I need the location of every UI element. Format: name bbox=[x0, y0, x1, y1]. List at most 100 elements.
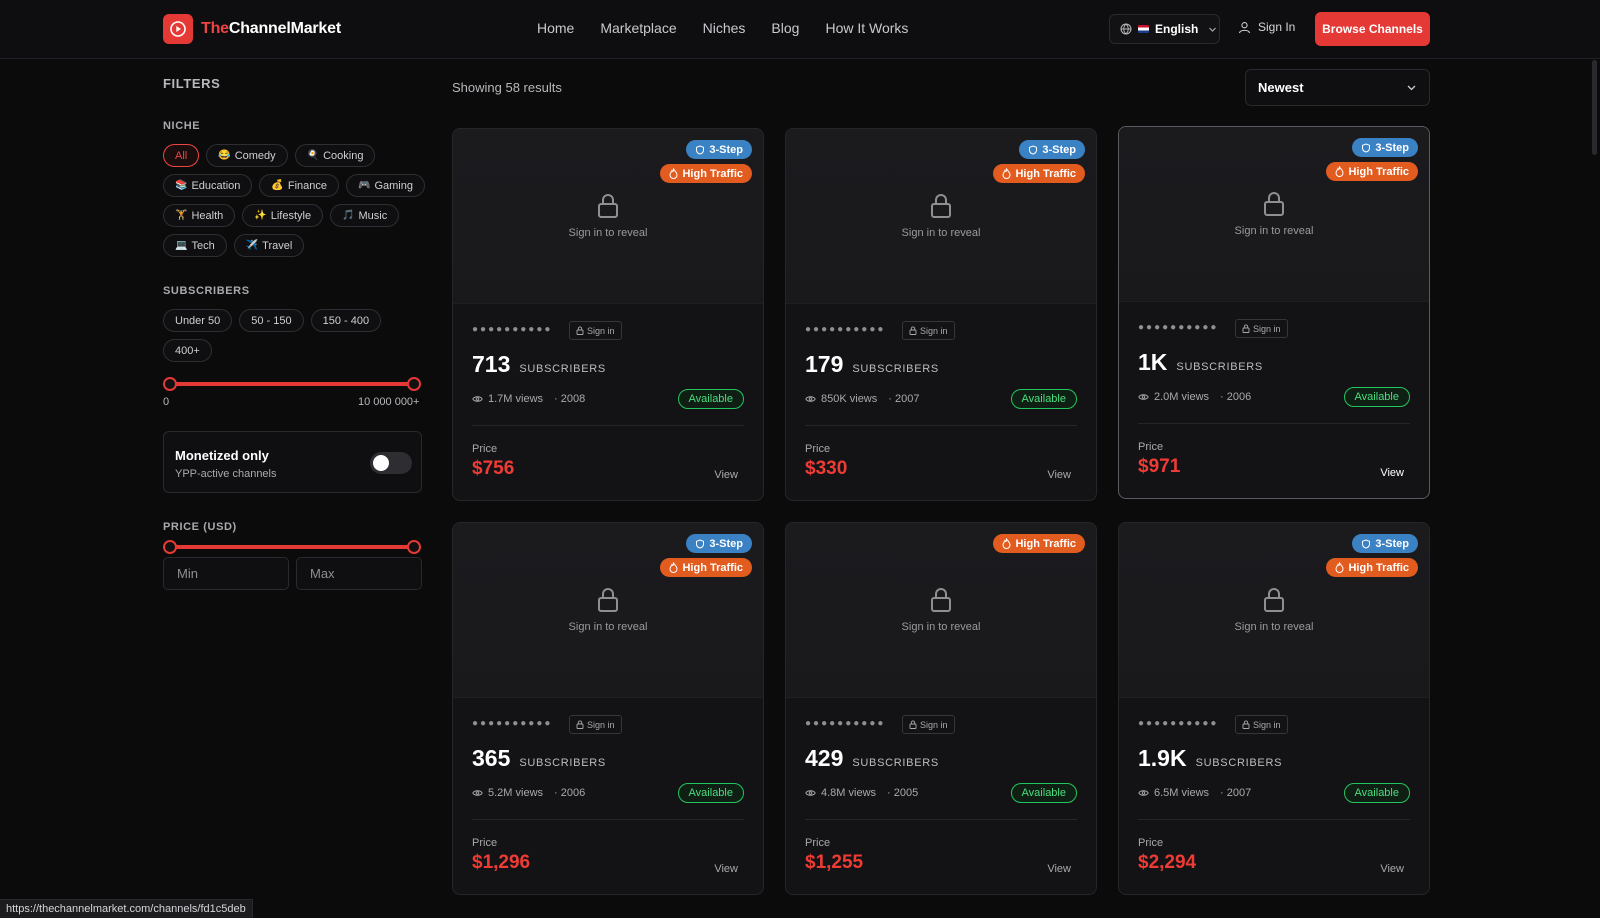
subscriber-range-chip[interactable]: 50 - 150 bbox=[239, 309, 304, 332]
niche-chip-travel[interactable]: ✈️ Travel bbox=[233, 234, 305, 257]
subscriber-label: SUBSCRIBERS bbox=[519, 363, 606, 375]
sort-select[interactable]: Newest bbox=[1245, 69, 1430, 106]
slider-max-handle[interactable] bbox=[407, 540, 421, 554]
price-value: $1,296 bbox=[472, 852, 531, 873]
card-sign-in-button[interactable]: Sign in bbox=[902, 715, 955, 734]
high-traffic-label: High Traffic bbox=[1348, 165, 1409, 178]
brand-logo[interactable]: TheChannelMarket bbox=[163, 14, 341, 44]
subscriber-range-chip[interactable]: 150 - 400 bbox=[310, 309, 382, 332]
three-step-badge: 3-Step bbox=[686, 534, 752, 553]
channel-card[interactable]: 3-Step High Traffic Sign in to reveal ●●●●●… bbox=[785, 128, 1097, 501]
channel-card[interactable]: 3-Step High Traffic Sign in to reveal ●●●●●… bbox=[452, 522, 764, 895]
view-link[interactable]: View bbox=[1380, 467, 1404, 479]
niche-chip-cooking[interactable]: 🍳 Cooking bbox=[294, 144, 376, 167]
niche-chip-gaming[interactable]: 🎮 Gaming bbox=[345, 174, 425, 197]
card-thumbnail: High Traffic Sign in to reveal bbox=[786, 523, 1096, 698]
niche-chip-tech[interactable]: 💻 Tech bbox=[163, 234, 227, 257]
niche-emoji-icon: 🎮 bbox=[357, 180, 371, 191]
subscriber-number: 179 bbox=[805, 351, 844, 377]
channel-card[interactable]: 3-Step High Traffic Sign in to reveal ●●●●●… bbox=[1118, 126, 1430, 499]
price-range-slider[interactable] bbox=[163, 540, 421, 554]
monetized-toggle[interactable] bbox=[370, 452, 412, 474]
slider-max-handle[interactable] bbox=[407, 377, 421, 391]
language-selector[interactable]: English bbox=[1109, 14, 1220, 44]
view-link[interactable]: View bbox=[714, 469, 738, 481]
niche-chip-finance[interactable]: 💰 Finance bbox=[259, 174, 339, 197]
niche-emoji-icon: 🍳 bbox=[306, 150, 320, 161]
price-value: $971 bbox=[1138, 456, 1181, 477]
card-sign-in-button[interactable]: Sign in bbox=[1235, 715, 1288, 734]
niche-emoji-icon: 🏋 bbox=[175, 210, 188, 221]
subscriber-range-chip[interactable]: Under 50 bbox=[163, 309, 233, 332]
niche-chip-label: Finance bbox=[287, 179, 327, 192]
channel-card[interactable]: 3-Step High Traffic Sign in to reveal ●●●●●… bbox=[452, 128, 764, 501]
niche-chip-education[interactable]: 📚 Education bbox=[163, 174, 253, 197]
lock-icon bbox=[1242, 324, 1250, 333]
card-meta: 4.8M views · 2005 bbox=[805, 787, 918, 799]
niche-chip-label: Travel bbox=[262, 239, 293, 252]
scrollbar[interactable] bbox=[1592, 60, 1597, 155]
slider-min-handle[interactable] bbox=[163, 540, 177, 554]
nav-niches[interactable]: Niches bbox=[703, 20, 746, 36]
card-sign-in-button[interactable]: Sign in bbox=[1235, 319, 1288, 338]
browse-channels-button[interactable]: Browse Channels bbox=[1315, 12, 1430, 46]
three-step-label: 3-Step bbox=[1375, 537, 1409, 550]
sub-max-label: 10 000 000+ bbox=[358, 396, 420, 408]
view-count: 6.5M views bbox=[1154, 787, 1210, 799]
view-link[interactable]: View bbox=[1380, 863, 1404, 875]
view-link[interactable]: View bbox=[714, 863, 738, 875]
subscriber-range-slider[interactable] bbox=[163, 377, 421, 391]
niche-emoji-icon: 💻 bbox=[175, 240, 188, 251]
view-link[interactable]: View bbox=[1047, 469, 1071, 481]
three-step-badge: 3-Step bbox=[1019, 140, 1085, 159]
nav-how-it-works[interactable]: How It Works bbox=[825, 20, 908, 36]
card-sign-in-button[interactable]: Sign in bbox=[569, 715, 622, 734]
masked-channel-name: ●●●●●●●●●● bbox=[472, 324, 553, 335]
subscriber-range-chip[interactable]: 400+ bbox=[163, 339, 212, 362]
sign-in-link[interactable]: Sign In bbox=[1238, 20, 1295, 34]
card-sign-in-button[interactable]: Sign in bbox=[569, 321, 622, 340]
card-divider bbox=[472, 425, 744, 426]
niche-chip-music[interactable]: 🎵 Music bbox=[330, 204, 400, 227]
subscriber-count: 1K SUBSCRIBERS bbox=[1138, 349, 1263, 376]
price-value: $330 bbox=[805, 458, 848, 479]
nav-blog[interactable]: Blog bbox=[771, 20, 799, 36]
card-thumbnail: 3-Step High Traffic Sign in to reveal bbox=[453, 129, 763, 304]
lock-icon bbox=[909, 326, 917, 335]
slider-min-handle[interactable] bbox=[163, 377, 177, 391]
flame-icon bbox=[1002, 538, 1011, 549]
price-max-input[interactable]: Max bbox=[296, 557, 422, 590]
high-traffic-badge: High Traffic bbox=[660, 558, 752, 577]
card-meta: 2.0M views · 2006 bbox=[1138, 391, 1251, 403]
channel-year: · 2005 bbox=[887, 787, 919, 799]
card-divider bbox=[1138, 423, 1410, 424]
channel-card[interactable]: High Traffic Sign in to reveal ●●●●●●●●●● S… bbox=[785, 522, 1097, 895]
niche-chip-all[interactable]: All bbox=[163, 144, 200, 167]
niche-chip-comedy[interactable]: 😂 Comedy bbox=[206, 144, 288, 167]
lock-icon bbox=[929, 193, 953, 224]
view-link[interactable]: View bbox=[1047, 863, 1071, 875]
channel-year: · 2007 bbox=[1220, 787, 1252, 799]
card-thumbnail: 3-Step High Traffic Sign in to reveal bbox=[453, 523, 763, 698]
eye-icon bbox=[1138, 394, 1149, 400]
availability-badge: Available bbox=[1010, 389, 1077, 409]
niche-chip-lifestyle[interactable]: ✨ Lifestyle bbox=[242, 204, 324, 227]
nav-marketplace[interactable]: Marketplace bbox=[600, 20, 676, 36]
niche-title: NICHE bbox=[163, 120, 201, 132]
top-navbar: TheChannelMarket Home Marketplace Niches… bbox=[0, 0, 1600, 59]
price-min-input[interactable]: Min bbox=[163, 557, 289, 590]
availability-badge: Available bbox=[1343, 783, 1410, 803]
niche-chip-label: Music bbox=[358, 209, 388, 222]
high-traffic-label: High Traffic bbox=[1348, 561, 1409, 574]
subscriber-count: 713 SUBSCRIBERS bbox=[472, 351, 606, 378]
subscriber-number: 365 bbox=[472, 745, 511, 771]
play-icon bbox=[163, 14, 193, 44]
chevron-down-icon bbox=[1209, 27, 1217, 32]
view-count: 5.2M views bbox=[488, 787, 544, 799]
nav-home[interactable]: Home bbox=[537, 20, 574, 36]
price-label: Price bbox=[805, 837, 831, 849]
card-sign-in-button[interactable]: Sign in bbox=[902, 321, 955, 340]
sort-value: Newest bbox=[1258, 80, 1304, 95]
channel-card[interactable]: 3-Step High Traffic Sign in to reveal ●●●●●… bbox=[1118, 522, 1430, 895]
niche-chip-health[interactable]: 🏋 Health bbox=[163, 204, 236, 227]
